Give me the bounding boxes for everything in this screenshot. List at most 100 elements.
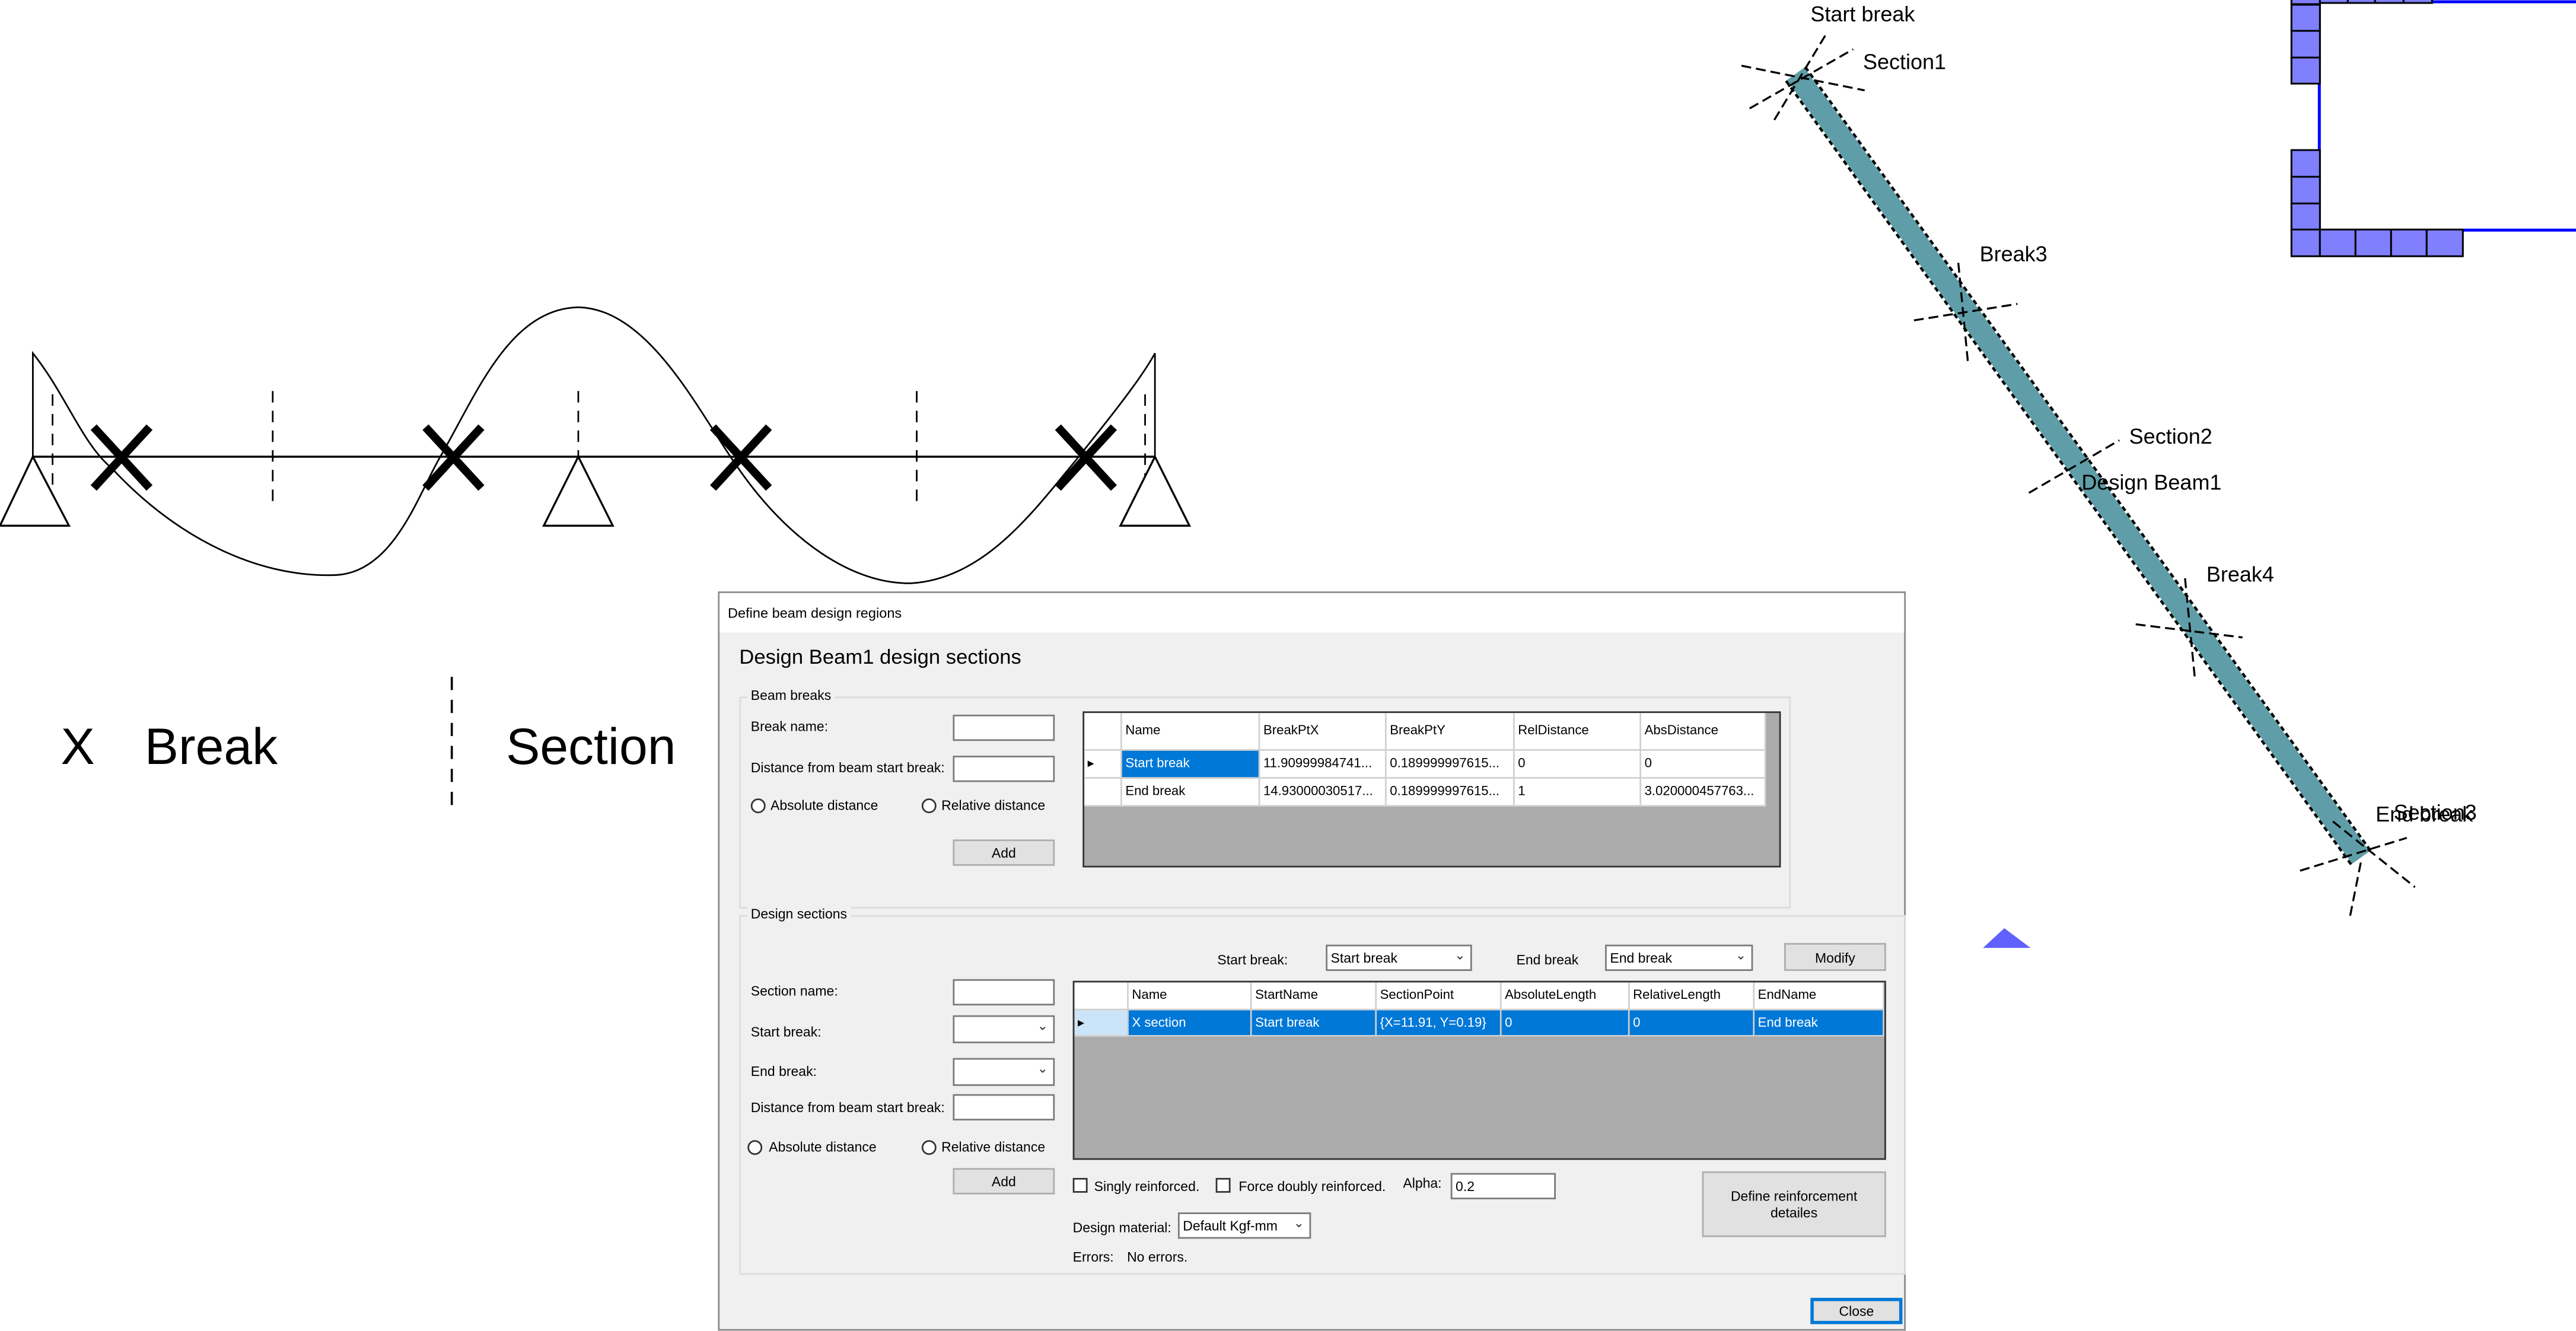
- column-header[interactable]: RelativeLength: [1629, 982, 1755, 1011]
- chevron-down-icon: ⌄: [1454, 948, 1466, 963]
- force-doubly-checkbox[interactable]: [1215, 1177, 1231, 1193]
- beam-breaks-legend: Beam breaks: [747, 686, 835, 703]
- design-material-label: Design material:: [1072, 1219, 1171, 1236]
- design-sections-legend: Design sections: [747, 905, 851, 922]
- close-button[interactable]: Close: [1810, 1298, 1903, 1324]
- section-relative-radio[interactable]: [921, 1140, 937, 1155]
- break-relative-radio[interactable]: [921, 798, 937, 814]
- label-section1: Section1: [1863, 49, 1946, 74]
- add-break-button[interactable]: Add: [953, 839, 1055, 866]
- alpha-label: Alpha:: [1403, 1174, 1442, 1192]
- break-absolute-label: Absolute distance: [770, 797, 878, 814]
- table-cell[interactable]: Start break: [1122, 750, 1260, 779]
- legend-break-symbol: X: [61, 718, 94, 775]
- row-header[interactable]: [1084, 778, 1122, 807]
- singly-reinforced-label: Singly reinforced.: [1094, 1177, 1200, 1195]
- section-name-label: Section name:: [750, 982, 838, 999]
- column-header[interactable]: Name: [1122, 713, 1260, 751]
- singly-reinforced-checkbox[interactable]: [1072, 1177, 1088, 1193]
- table-cell[interactable]: 11.90999984741...: [1260, 750, 1387, 779]
- table-cell[interactable]: 0: [1641, 750, 1766, 779]
- add-section-button[interactable]: Add: [953, 1168, 1055, 1195]
- table-cell[interactable]: {X=11.91, Y=0.19}: [1377, 1010, 1502, 1037]
- screen: X Break Section Start break Section1 Bre…: [0, 0, 2576, 1331]
- row-header-current[interactable]: ▸: [1084, 750, 1122, 779]
- column-header[interactable]: StartName: [1252, 982, 1377, 1011]
- table-cell[interactable]: 0: [1501, 1010, 1630, 1037]
- section-name-input[interactable]: [953, 979, 1055, 1006]
- section-distance-input[interactable]: [953, 1094, 1055, 1121]
- table-cell[interactable]: 14.93000030517...: [1260, 778, 1387, 807]
- support-marker-icon: [1983, 928, 2031, 948]
- top-start-break-select[interactable]: Start break ⌄: [1326, 944, 1472, 971]
- design-sections-grid[interactable]: Name StartName SectionPoint AbsoluteLeng…: [1072, 980, 1886, 1160]
- chevron-down-icon: ⌄: [1037, 1061, 1049, 1077]
- label-break4: Break4: [2206, 562, 2274, 587]
- grid-corner: [1074, 982, 1129, 1011]
- label-section2: Section2: [2129, 424, 2212, 448]
- break-distance-input[interactable]: [953, 756, 1055, 782]
- row-header-current[interactable]: ▸: [1074, 1010, 1129, 1037]
- table-cell[interactable]: 0: [1629, 1010, 1755, 1037]
- column-header[interactable]: Name: [1128, 982, 1252, 1011]
- table-cell[interactable]: Start break: [1252, 1010, 1377, 1037]
- table-cell[interactable]: 1: [1514, 778, 1642, 807]
- table-cell[interactable]: 0.189999997615...: [1386, 778, 1515, 807]
- section-start-break-label: Start break:: [750, 1023, 821, 1040]
- break-relative-label: Relative distance: [941, 797, 1046, 814]
- diagram-legend: X Break Section: [61, 677, 676, 815]
- dialog-title: Define beam design regions: [728, 604, 902, 621]
- label-section3: Section3: [2394, 800, 2477, 824]
- section-absolute-label: Absolute distance: [769, 1138, 877, 1155]
- column-header[interactable]: SectionPoint: [1377, 982, 1502, 1011]
- column-header[interactable]: RelDistance: [1514, 713, 1642, 751]
- section-start-break-select[interactable]: ⌄: [953, 1015, 1055, 1043]
- section-end-break-select[interactable]: ⌄: [953, 1058, 1055, 1086]
- table-cell[interactable]: End break: [1755, 1010, 1884, 1037]
- dialog-heading: Design Beam1 design sections: [739, 645, 1021, 669]
- column-header[interactable]: EndName: [1755, 982, 1884, 1011]
- table-cell[interactable]: End break: [1122, 778, 1260, 807]
- beam-breaks-grid[interactable]: Name BreakPtX BreakPtY RelDistance AbsDi…: [1082, 711, 1781, 868]
- column-header[interactable]: AbsoluteLength: [1501, 982, 1630, 1011]
- moment-diagram: [0, 306, 1192, 584]
- column-header[interactable]: BreakPtY: [1386, 713, 1515, 751]
- errors-label: Errors:: [1072, 1249, 1114, 1265]
- label-break3: Break3: [1980, 241, 2048, 266]
- legend-break-label: Break: [145, 718, 278, 775]
- support-middle: [542, 454, 614, 527]
- chevron-down-icon: ⌄: [1735, 948, 1747, 963]
- break-name-label: Break name:: [750, 718, 829, 735]
- errors-value: No errors.: [1127, 1249, 1188, 1265]
- section-absolute-radio[interactable]: [747, 1140, 763, 1155]
- top-end-break-label: End break: [1516, 951, 1579, 968]
- support-triangles: [0, 454, 1192, 527]
- table-cell[interactable]: 0.189999997615...: [1386, 750, 1515, 779]
- column-header[interactable]: BreakPtX: [1260, 713, 1387, 751]
- modify-button[interactable]: Modify: [1784, 942, 1886, 971]
- define-reinforcement-button[interactable]: Define reinforcement detailes: [1702, 1171, 1886, 1237]
- design-material-select[interactable]: Default Kgf-mm ⌄: [1177, 1212, 1311, 1239]
- break-distance-label: Distance from beam start break:: [750, 759, 945, 776]
- grid-corner: [1084, 713, 1122, 751]
- wall-blocks: [2290, 0, 2576, 257]
- support-left: [0, 454, 71, 527]
- top-start-break-label: Start break:: [1217, 951, 1288, 968]
- table-cell[interactable]: 3.020000457763...: [1641, 778, 1766, 807]
- table-cell[interactable]: X section: [1128, 1010, 1252, 1037]
- label-beam-name: Design Beam1: [2081, 470, 2221, 494]
- chevron-down-icon: ⌄: [1293, 1215, 1305, 1231]
- legend-section-label: Section: [506, 718, 676, 775]
- section-distance-label: Distance from beam start break:: [750, 1098, 945, 1116]
- support-right: [1119, 454, 1192, 527]
- define-beam-design-regions-dialog: Define beam design regions Design Beam1 …: [718, 591, 1906, 1331]
- column-header[interactable]: AbsDistance: [1641, 713, 1766, 751]
- break-absolute-radio[interactable]: [750, 798, 766, 814]
- table-cell[interactable]: 0: [1514, 750, 1642, 779]
- title-bar[interactable]: Define beam design regions: [719, 593, 1905, 633]
- alpha-input[interactable]: 0.2: [1450, 1173, 1556, 1199]
- label-start-break: Start break: [1810, 2, 1915, 26]
- chevron-down-icon: ⌄: [1037, 1018, 1049, 1034]
- break-name-input[interactable]: [953, 714, 1055, 741]
- top-end-break-select[interactable]: End break ⌄: [1605, 944, 1753, 971]
